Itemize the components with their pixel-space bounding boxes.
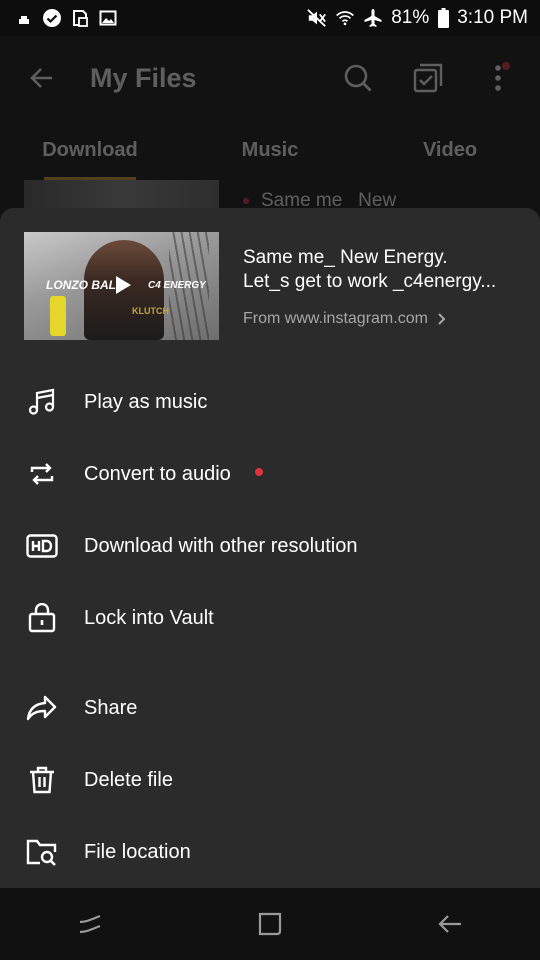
menu-item-label: Share	[84, 696, 138, 719]
back-arrow-icon	[30, 68, 52, 88]
menu-file-location[interactable]: File location	[0, 816, 540, 888]
file-header: LONZO BALL C4 ENERGY KLUTCH Same me_ New…	[24, 232, 516, 340]
search-icon	[344, 64, 372, 92]
back-button[interactable]	[22, 58, 62, 98]
file-title: Same me_ New Energy. Let_s get to work _…	[243, 246, 523, 294]
file-options-sheet: LONZO BALL C4 ENERGY KLUTCH Same me_ New…	[0, 208, 540, 888]
menu-play-as-music[interactable]: Play as music	[0, 366, 540, 438]
menu-item-label: Delete file	[84, 768, 173, 791]
clock: 3:10 PM	[457, 7, 528, 28]
video-thumbnail[interactable]: LONZO BALL C4 ENERGY KLUTCH	[24, 232, 219, 340]
share-icon	[26, 692, 58, 724]
multi-select-button[interactable]	[408, 58, 448, 98]
app-bar: My Files	[0, 36, 540, 120]
menu-delete-file[interactable]: Delete file	[0, 744, 540, 816]
tab-video[interactable]: Video	[360, 120, 540, 180]
screenshot-icon	[70, 8, 90, 28]
system-back-button[interactable]	[430, 904, 470, 944]
convert-icon	[26, 458, 58, 490]
multi-select-icon	[413, 63, 443, 93]
list-item-thumbnail	[24, 180, 219, 210]
battery-percent: 81%	[391, 7, 430, 28]
menu-item-label: Lock into Vault	[84, 606, 214, 629]
search-button[interactable]	[338, 58, 378, 98]
battery-icon	[437, 8, 449, 28]
notification-dot	[502, 62, 510, 70]
system-nav-bar	[0, 888, 540, 960]
file-title-line-1: Same me_ New Energy.	[243, 247, 448, 268]
menu-item-label: Play as music	[84, 390, 208, 413]
thumbnail-can	[50, 296, 66, 336]
status-bar: 81% 3:10 PM	[0, 0, 540, 36]
wifi-icon	[335, 8, 355, 28]
recent-apps-button[interactable]	[70, 904, 110, 944]
thumbnail-shirt-text: KLUTCH	[132, 306, 169, 316]
menu-convert-to-audio[interactable]: Convert to audio	[0, 438, 540, 510]
file-source-text: From www.instagram.com	[243, 310, 428, 327]
airplane-icon	[363, 8, 383, 28]
folder-search-icon	[26, 836, 58, 868]
lock-icon	[26, 602, 58, 634]
menu-share[interactable]: Share	[0, 672, 540, 744]
back-icon	[438, 915, 461, 933]
menu-download-other-resolution[interactable]: Download with other resolution	[0, 510, 540, 582]
recent-apps-icon	[79, 914, 101, 934]
new-badge-dot	[254, 468, 263, 476]
hd-icon	[26, 530, 58, 562]
page-title: My Files	[90, 62, 197, 93]
file-title-line-2: Let_s get to work _c4energy...	[243, 271, 497, 292]
thumbnail-text-right: C4 ENERGY	[148, 280, 206, 291]
notification-icon	[14, 8, 34, 28]
tab-music[interactable]: Music	[180, 120, 360, 180]
menu-item-label: File location	[84, 840, 191, 863]
menu-item-label: Download with other resolution	[84, 534, 358, 557]
file-source-link[interactable]: From www.instagram.com	[243, 310, 446, 328]
home-icon	[258, 912, 282, 936]
tab-bar: Download Music Video	[0, 120, 540, 180]
gallery-icon	[98, 8, 118, 28]
trash-icon	[26, 764, 58, 796]
more-options-button[interactable]	[478, 58, 518, 98]
menu-lock-into-vault[interactable]: Lock into Vault	[0, 582, 540, 654]
more-vertical-icon	[495, 65, 501, 91]
thumbnail-text-left: LONZO BALL	[46, 278, 124, 292]
check-circle-icon	[42, 8, 62, 28]
menu-item-label: Convert to audio	[84, 462, 231, 485]
chevron-right-icon	[438, 313, 446, 325]
new-badge-dot	[243, 197, 249, 204]
home-button[interactable]	[250, 904, 290, 944]
tab-download[interactable]: Download	[0, 120, 180, 180]
mute-icon	[307, 8, 327, 28]
music-note-icon	[26, 386, 58, 418]
play-icon	[116, 276, 131, 294]
